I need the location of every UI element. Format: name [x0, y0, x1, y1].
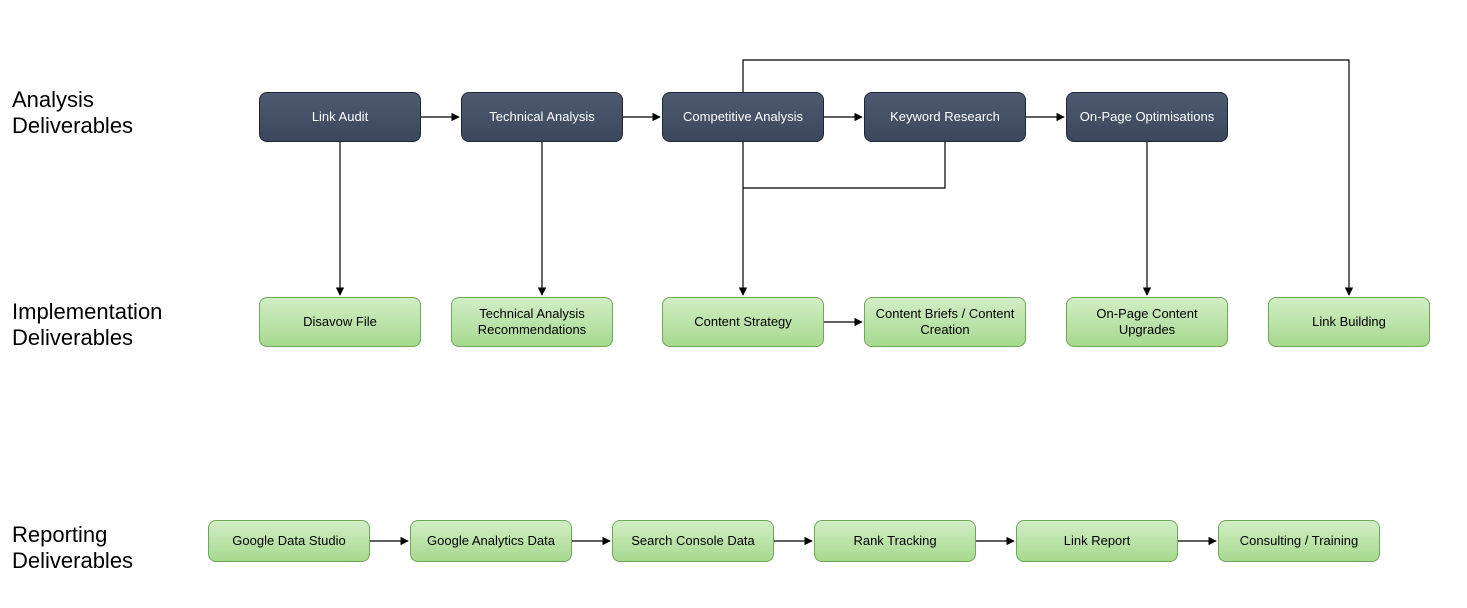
- node-consulting: Consulting / Training: [1218, 520, 1380, 562]
- node-onpage-upgrades: On-Page Content Upgrades: [1066, 297, 1228, 347]
- node-ga: Google Analytics Data: [410, 520, 572, 562]
- node-onpage-optimisations: On-Page Optimisations: [1066, 92, 1228, 142]
- node-technical-recs: Technical Analysis Recommendations: [451, 297, 613, 347]
- row-label-analysis: Analysis Deliverables: [12, 87, 133, 140]
- node-keyword-research: Keyword Research: [864, 92, 1026, 142]
- node-link-audit: Link Audit: [259, 92, 421, 142]
- node-competitive-analysis: Competitive Analysis: [662, 92, 824, 142]
- node-gds: Google Data Studio: [208, 520, 370, 562]
- node-content-strategy: Content Strategy: [662, 297, 824, 347]
- node-rank-tracking: Rank Tracking: [814, 520, 976, 562]
- node-content-briefs: Content Briefs / Content Creation: [864, 297, 1026, 347]
- row-label-implementation: Implementation Deliverables: [12, 299, 162, 352]
- diagram-canvas: { "labels": { "analysis": "Analysis\nDel…: [0, 0, 1467, 608]
- node-gsc: Search Console Data: [612, 520, 774, 562]
- node-technical-analysis: Technical Analysis: [461, 92, 623, 142]
- row-label-reporting: Reporting Deliverables: [12, 522, 133, 575]
- node-link-report: Link Report: [1016, 520, 1178, 562]
- node-link-building: Link Building: [1268, 297, 1430, 347]
- node-disavow-file: Disavow File: [259, 297, 421, 347]
